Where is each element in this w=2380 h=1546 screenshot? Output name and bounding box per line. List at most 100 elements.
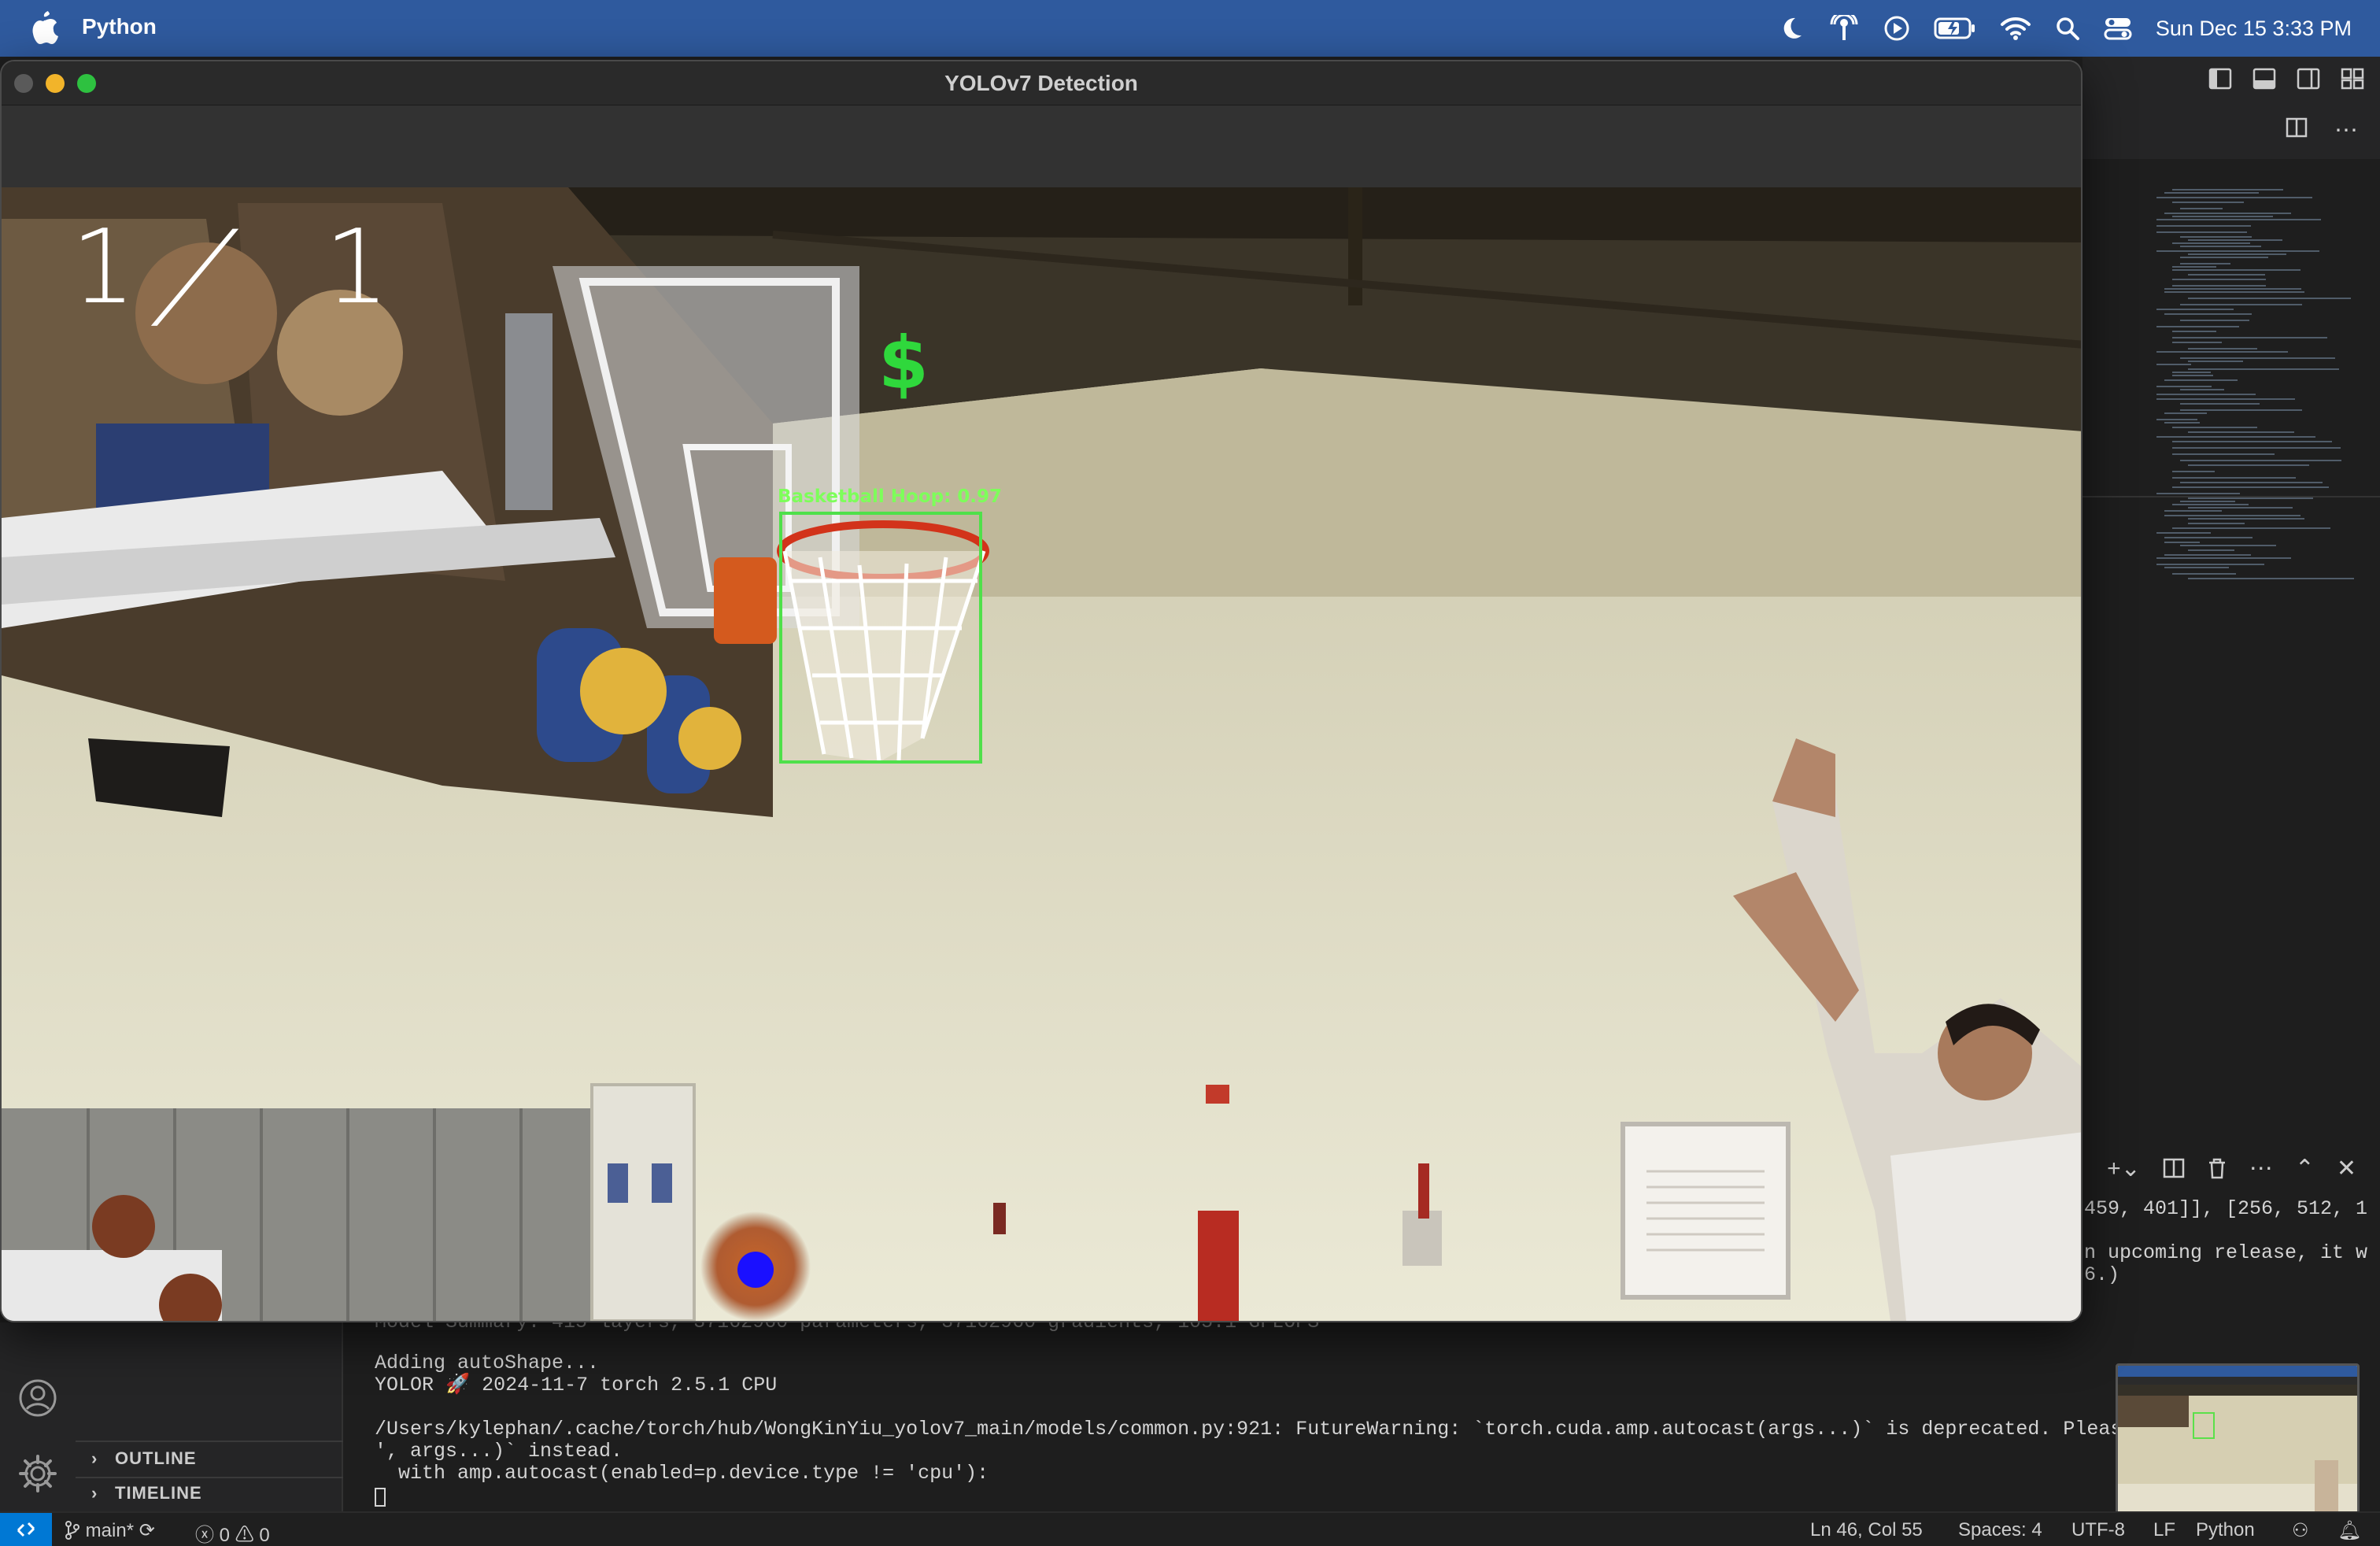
minimap-line: [2180, 409, 2303, 411]
minimap-line: [2180, 482, 2323, 483]
minimap-line: [2188, 578, 2354, 579]
minimap-line: [2156, 532, 2212, 534]
minimap-line: [2156, 364, 2191, 365]
activity-bar: [0, 1322, 76, 1511]
spotlight-search-icon[interactable]: [2055, 16, 2080, 41]
app-name[interactable]: Python: [82, 14, 157, 39]
minimap-line: [2172, 285, 2267, 287]
minimap-line: [2156, 326, 2239, 327]
battery-icon[interactable]: [1934, 17, 1976, 40]
cursor-position[interactable]: Ln 46, Col 55: [1810, 1519, 1923, 1541]
notifications-bell-icon[interactable]: 🔔︎: [2338, 1519, 2361, 1542]
minimap-line: [2156, 436, 2315, 438]
minimap-line: [2172, 447, 2341, 449]
play-circle-icon[interactable]: [1883, 15, 1910, 42]
new-terminal-icon[interactable]: +⌄: [2107, 1155, 2141, 1182]
window-toolbar: [2, 105, 2081, 187]
sidebar: › OUTLINE › TIMELINE: [76, 1322, 343, 1511]
language-mode[interactable]: Python: [2196, 1519, 2255, 1541]
minimap-line: [2172, 331, 2217, 332]
attempted-shots-count: 1: [324, 207, 390, 327]
minimap-line: [2172, 189, 2283, 190]
toggle-primary-sidebar-icon[interactable]: [2208, 68, 2232, 90]
minimap-line: [2164, 192, 2259, 194]
accounts-icon[interactable]: [17, 1378, 58, 1418]
minimap-line: [2172, 216, 2273, 217]
wifi-icon[interactable]: [2000, 16, 2031, 41]
minimap-line: [2172, 486, 2329, 488]
more-actions-icon[interactable]: ⋯: [2249, 1155, 2273, 1182]
minimap-line: [2188, 497, 2313, 499]
maximize-panel-icon[interactable]: ⌃: [2295, 1155, 2315, 1182]
customize-layout-icon[interactable]: [2341, 68, 2364, 90]
menu-bar-tray: Sun Dec 15 3:33 PM: [1778, 11, 2352, 46]
minimap-line: [2172, 372, 2212, 373]
editor-tab-area: ⋯: [2082, 57, 2380, 159]
menu-bar-clock[interactable]: Sun Dec 15 3:33 PM: [2156, 17, 2352, 41]
minimap-line: [2156, 493, 2241, 494]
window-titlebar[interactable]: YOLOv7 Detection: [2, 61, 2081, 105]
outline-section[interactable]: › OUTLINE: [91, 1448, 197, 1469]
minimap-line: [2156, 231, 2248, 233]
score-marker: $: [878, 321, 929, 405]
timeline-label: TIMELINE: [115, 1483, 202, 1503]
airdrop-icon[interactable]: [1828, 15, 1860, 42]
split-terminal-icon[interactable]: [2163, 1157, 2185, 1179]
minimap-line: [2172, 266, 2217, 268]
minimap-line: [2172, 471, 2215, 472]
minimap-line: [2180, 389, 2224, 390]
minimap-line: [2188, 464, 2310, 466]
minimap-line: [2172, 242, 2251, 244]
end-of-line[interactable]: LF: [2153, 1519, 2175, 1541]
layout-controls: [2208, 68, 2364, 90]
status-bar: main* ⟳ ⓧ 0 ⚠ 0 Ln 46, Col 55 Spaces: 4 …: [0, 1511, 2380, 1546]
control-center-icon[interactable]: [2104, 16, 2132, 41]
editor-minimap[interactable]: [2156, 189, 2361, 598]
close-panel-icon[interactable]: ✕: [2337, 1155, 2356, 1182]
sync-icon[interactable]: ⟳: [139, 1520, 155, 1541]
copilot-icon[interactable]: ⚇: [2292, 1519, 2309, 1542]
divider: [76, 1477, 343, 1478]
minimap-line: [2164, 515, 2301, 516]
divider: [76, 1441, 343, 1442]
minimap-line: [2180, 208, 2223, 209]
minimap-line: [2172, 375, 2213, 376]
minimap-line: [2180, 304, 2303, 305]
timeline-section[interactable]: › TIMELINE: [91, 1483, 202, 1503]
minimap-line: [2156, 419, 2198, 420]
terminal-line: 6.): [2084, 1263, 2120, 1286]
terminal-cursor[interactable]: [375, 1488, 386, 1507]
minimap-line: [2164, 213, 2291, 214]
branch-indicator[interactable]: main* ⟳: [65, 1519, 155, 1542]
minimap-line: [2188, 298, 2351, 299]
encoding[interactable]: UTF-8: [2071, 1519, 2125, 1541]
toggle-panel-icon[interactable]: [2252, 68, 2276, 90]
remote-indicator[interactable]: [0, 1513, 52, 1546]
minimap-line: [2180, 263, 2231, 264]
minimap-line: [2172, 504, 2249, 505]
problems-indicator[interactable]: ⓧ 0 ⚠ 0: [195, 1519, 270, 1546]
minimap-line: [2172, 337, 2328, 338]
minimap-line: [2164, 542, 2200, 543]
settings-gear-icon[interactable]: [17, 1453, 58, 1494]
video-thumbnail-preview[interactable]: [2116, 1363, 2360, 1521]
branch-name: main*: [85, 1520, 135, 1541]
git-branch-icon: [65, 1521, 79, 1540]
hoop-bounding-box: [779, 512, 982, 764]
terminal-line: 459, 401]], [256, 512, 1: [2084, 1197, 2368, 1220]
editor-actions: ⋯: [2286, 117, 2358, 144]
indentation[interactable]: Spaces: 4: [1958, 1519, 2042, 1541]
minimap-line: [2164, 412, 2207, 414]
trash-icon[interactable]: [2207, 1157, 2227, 1179]
minimap-line: [2164, 422, 2201, 423]
ball-center-marker: [737, 1252, 774, 1288]
split-editor-icon[interactable]: [2286, 117, 2308, 139]
terminal-line: Adding autoShape...: [375, 1352, 600, 1374]
more-actions-icon[interactable]: ⋯: [2334, 117, 2358, 144]
apple-icon[interactable]: [28, 11, 60, 46]
minimap-line: [2172, 453, 2275, 455]
toggle-secondary-sidebar-icon[interactable]: [2297, 68, 2320, 90]
minimap-line: [2164, 313, 2252, 315]
minimap-line: [2172, 441, 2333, 442]
focus-moon-icon[interactable]: [1778, 15, 1805, 42]
